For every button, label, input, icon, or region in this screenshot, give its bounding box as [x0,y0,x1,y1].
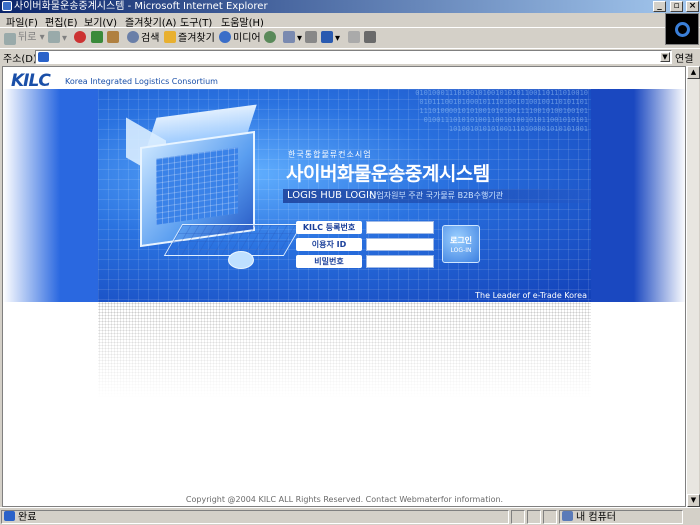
address-bar: 주소(D) ▼ 연결 [0,48,700,65]
menu-bar: 파일(F) 편집(E) 보기(V) 즐겨찾기(A) 도구(T) 도움말(H) [0,13,700,29]
keyboard-graphic [163,224,303,256]
dotted-background [98,302,591,398]
page-viewport: KILC Korea Integrated Logistics Consorti… [2,66,686,507]
user-id-input[interactable] [366,238,434,251]
status-text-cell: 완료 [1,510,509,524]
minimize-button[interactable]: _ [653,1,666,12]
menu-view[interactable]: 보기(V) [84,14,117,29]
refresh-icon [91,31,103,43]
mouse-graphic [228,251,254,269]
security-zone-cell: 내 컴퓨터 [559,510,683,524]
home-button[interactable] [107,31,121,45]
forward-arrow-icon [48,31,60,43]
home-icon [107,31,119,43]
stop-button[interactable] [74,31,88,45]
login-banner: 0101000111010010100101010110011011101001… [98,89,591,302]
banner-tagline: The Leader of e-Trade Korea [475,291,587,300]
ie-logo-icon [675,22,690,37]
edit-button[interactable]: ▾ [321,31,340,45]
login-strip: LOGIS HUB LOGIN 산업자원부 주관 국가물류 B2B수행기관 [283,189,591,203]
status-cell-2 [527,510,541,524]
login-button-english: LOG-IN [450,247,472,254]
mail-icon [283,31,295,43]
print-icon [305,31,317,43]
kilc-number-label: KILC 등록번호 [296,221,369,234]
maximize-button[interactable]: ▫ [670,1,683,12]
scroll-down-icon[interactable]: ▼ [687,494,700,507]
binary-pattern: 0101000111010010100101010110011011101001… [415,89,588,133]
kilc-number-input[interactable] [366,221,434,234]
banner-title: 사이버화물운송중계시스템 [286,163,490,185]
discuss-button[interactable] [348,31,362,45]
address-label: 주소(D) [3,54,37,65]
window-title: 사이버화물운송중계시스템 - Microsoft Internet Explor… [14,1,268,12]
menu-file[interactable]: 파일(F) [6,14,38,29]
title-bar: 사이버화물운송중계시스템 - Microsoft Internet Explor… [0,0,700,13]
kilc-logo-subtitle: Korea Integrated Logistics Consortium [65,77,218,86]
page-icon [38,52,49,62]
forward-button[interactable]: ▾ [48,31,67,45]
back-arrow-icon [4,33,16,45]
status-cell-1 [511,510,525,524]
messenger-button[interactable] [364,31,378,45]
banner-side-right [591,89,685,302]
back-button[interactable]: 뒤로 ▾ [4,31,45,45]
status-text: 완료 [18,512,37,523]
my-computer-icon [562,511,573,521]
search-icon [127,31,139,43]
login-strip-subtitle: 산업자원부 주관 국가물류 B2B수행기관 [369,191,504,200]
discuss-icon [348,31,360,43]
scroll-up-icon[interactable]: ▲ [687,66,700,79]
kilc-logo[interactable]: KILC [11,71,51,91]
user-id-label: 이용자 ID [296,238,369,251]
messenger-icon [364,31,376,43]
copyright-text: Copyright @2004 KILC ALL Rights Reserved… [185,495,504,504]
history-button[interactable] [264,31,278,45]
status-cell-3 [543,510,557,524]
toolbar: 뒤로 ▾ ▾ 검색 즐겨찾기 미디어 ▾ ▾ [0,29,664,47]
go-button[interactable]: 연결 [675,50,693,65]
security-zone-text: 내 컴퓨터 [576,512,616,523]
login-strip-title: LOGIS HUB LOGIN [287,190,377,201]
word-icon [321,31,333,43]
address-dropdown-icon[interactable]: ▼ [660,52,670,62]
login-button[interactable]: 로그인 LOG-IN [442,225,480,263]
print-button[interactable] [305,31,319,45]
search-button[interactable]: 검색 [127,31,159,45]
status-bar: 완료 내 컴퓨터 [0,507,700,525]
history-icon [264,31,276,43]
mail-button[interactable]: ▾ [283,31,302,45]
close-button[interactable]: × [686,1,699,12]
media-button[interactable]: 미디어 [219,31,261,45]
login-button-korean: 로그인 [449,236,473,245]
favorites-icon [164,31,176,43]
address-input[interactable]: ▼ [35,50,672,64]
password-input[interactable] [366,255,434,268]
banner-side-left [3,89,98,302]
stop-icon [74,31,86,43]
media-icon [219,31,231,43]
ie-icon [2,1,12,11]
page-done-icon [4,511,15,521]
monitor-screen-graphic [156,147,238,225]
menu-favorites[interactable]: 즐겨찾기(A) [125,14,176,29]
kilc-header: KILC Korea Integrated Logistics Consorti… [11,71,218,91]
menu-edit[interactable]: 편집(E) [45,14,78,29]
ie-throbber [665,13,699,45]
menu-help[interactable]: 도움말(H) [221,14,264,29]
vertical-scrollbar[interactable]: ▲ ▼ [686,66,700,507]
menu-tools[interactable]: 도구(T) [180,14,212,29]
favorites-button[interactable]: 즐겨찾기 [164,31,215,45]
password-label: 비밀번호 [296,255,369,268]
refresh-button[interactable] [91,31,105,45]
